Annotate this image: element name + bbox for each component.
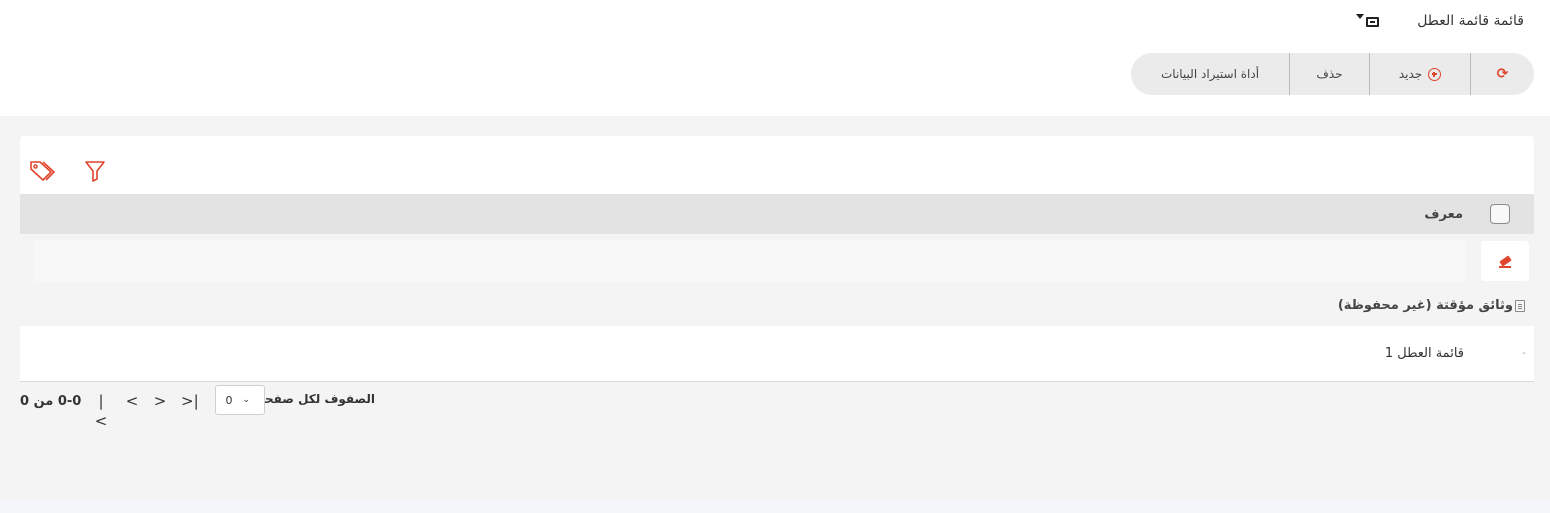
grid-header-row: [20, 194, 1534, 234]
plus-circle-icon: [1428, 67, 1442, 81]
clear-filter-button[interactable]: [1481, 241, 1529, 281]
tag-icon[interactable]: [28, 158, 58, 184]
next-page-button[interactable]: >: [152, 391, 168, 411]
row-dash: -: [1522, 348, 1526, 359]
delete-button-label: حذف: [1316, 67, 1343, 81]
refresh-icon: ⟳: [1496, 66, 1509, 82]
rows-per-page-label: الصفوف لكل صفحة: [257, 392, 375, 406]
page-title: قائمة قائمة العطل: [1417, 13, 1524, 29]
column-header-id[interactable]: معرف: [1424, 207, 1463, 222]
eraser-icon-base: [1499, 266, 1511, 268]
bottom-strip: [0, 501, 1550, 513]
select-all-checkbox[interactable]: [1490, 204, 1510, 224]
chevron-down-icon: ⌄: [242, 395, 250, 405]
last-page-button[interactable]: >|: [181, 391, 199, 411]
import-tool-label: أداة استيراد البيانات: [1160, 67, 1260, 81]
rows-per-page-select[interactable]: 0 ⌄: [215, 385, 265, 415]
temp-docs-heading: وثائق مؤقتة (غير محفوظة): [1338, 298, 1525, 313]
new-button[interactable]: جديد: [1369, 53, 1470, 95]
document-icon: [1515, 299, 1525, 312]
delete-button[interactable]: حذف: [1289, 53, 1369, 95]
previous-page-button[interactable]: <: [124, 391, 140, 411]
new-button-label: جديد: [1398, 67, 1423, 81]
page-range-text: 0-0 من 0: [20, 394, 82, 409]
toolbar: ⟳ جديد حذف أداة استيراد البيانات: [1131, 53, 1534, 95]
rows-per-page-value: 0: [225, 393, 233, 407]
eraser-icon: [1498, 255, 1512, 267]
column-filter-input[interactable]: [34, 240, 1466, 281]
first-page-button[interactable]: |<: [93, 391, 109, 430]
filter-icon[interactable]: [84, 159, 106, 183]
refresh-button[interactable]: ⟳: [1470, 53, 1534, 95]
import-tool-button[interactable]: أداة استيراد البيانات: [1131, 53, 1289, 95]
caret-down-icon: [1356, 14, 1364, 19]
monitor-icon: [1366, 17, 1379, 27]
view-switch-dropdown[interactable]: [1356, 13, 1382, 29]
grid-tools-card: [20, 136, 1534, 194]
temp-docs-label: وثائق مؤقتة (غير محفوظة): [1337, 298, 1513, 313]
table-row[interactable]: [20, 326, 1534, 382]
row-name[interactable]: قائمة العطل 1: [1385, 346, 1464, 361]
